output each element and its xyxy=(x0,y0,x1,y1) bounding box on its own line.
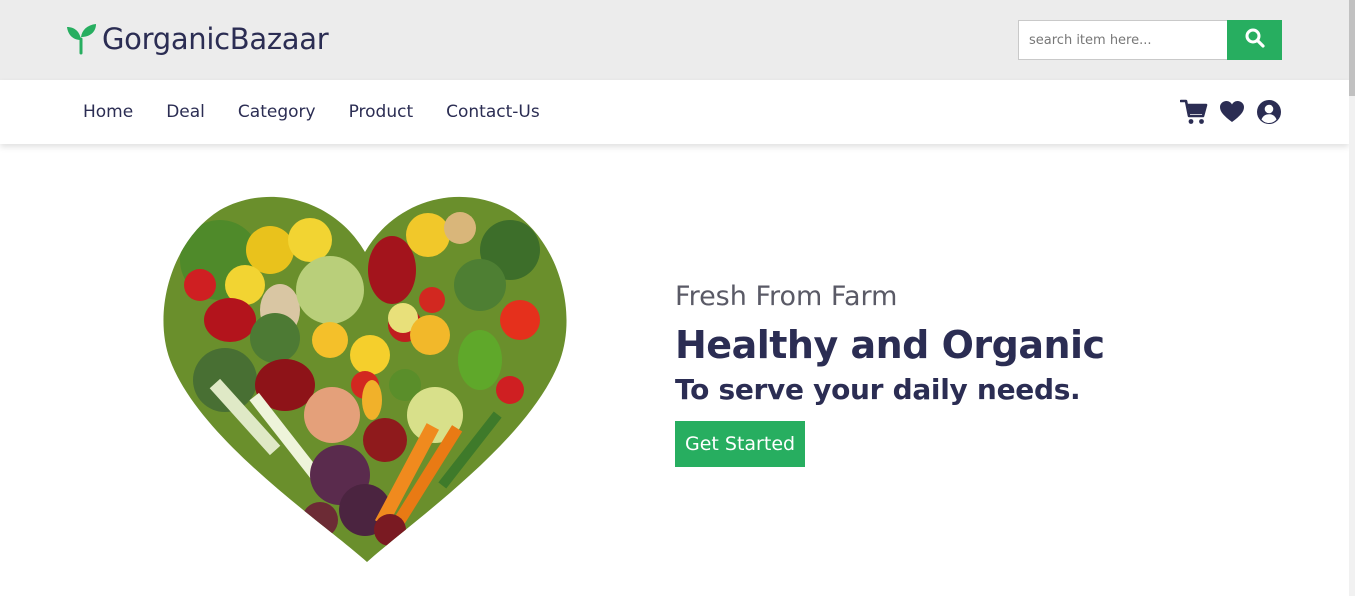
heart-shaped-vegetables-image xyxy=(160,190,570,574)
nav-link-contact-us[interactable]: Contact-Us xyxy=(446,102,540,122)
nav-link-product[interactable]: Product xyxy=(349,102,414,122)
top-header: GorganicBazaar xyxy=(0,0,1349,80)
main-nav: Home Deal Category Product Contact-Us xyxy=(0,80,1349,144)
hero-subhead: To serve your daily needs. xyxy=(675,373,1081,406)
scrollbar-thumb[interactable] xyxy=(1349,0,1355,96)
hero-content: Fresh From Farm Healthy and Organic To s… xyxy=(675,279,1105,467)
hero-eyebrow: Fresh From Farm xyxy=(675,281,898,312)
search-bar xyxy=(1018,20,1282,60)
page-scrollbar[interactable] xyxy=(1349,0,1355,596)
cart-icon[interactable] xyxy=(1180,99,1208,125)
nav-link-deal[interactable]: Deal xyxy=(166,102,205,122)
user-icon[interactable] xyxy=(1256,99,1282,125)
sprout-icon xyxy=(66,23,98,55)
get-started-button[interactable]: Get Started xyxy=(675,421,806,467)
brand-logo[interactable]: GorganicBazaar xyxy=(66,22,329,56)
nav-link-category[interactable]: Category xyxy=(238,102,316,122)
search-button[interactable] xyxy=(1227,20,1282,60)
search-icon xyxy=(1245,28,1265,52)
brand-name: GorganicBazaar xyxy=(102,22,329,56)
nav-links: Home Deal Category Product Contact-Us xyxy=(83,80,573,144)
nav-icons xyxy=(1169,80,1282,144)
heart-icon[interactable] xyxy=(1219,100,1245,124)
nav-link-home[interactable]: Home xyxy=(83,102,133,122)
hero-headline: Healthy and Organic xyxy=(675,323,1105,367)
search-input[interactable] xyxy=(1018,20,1227,60)
